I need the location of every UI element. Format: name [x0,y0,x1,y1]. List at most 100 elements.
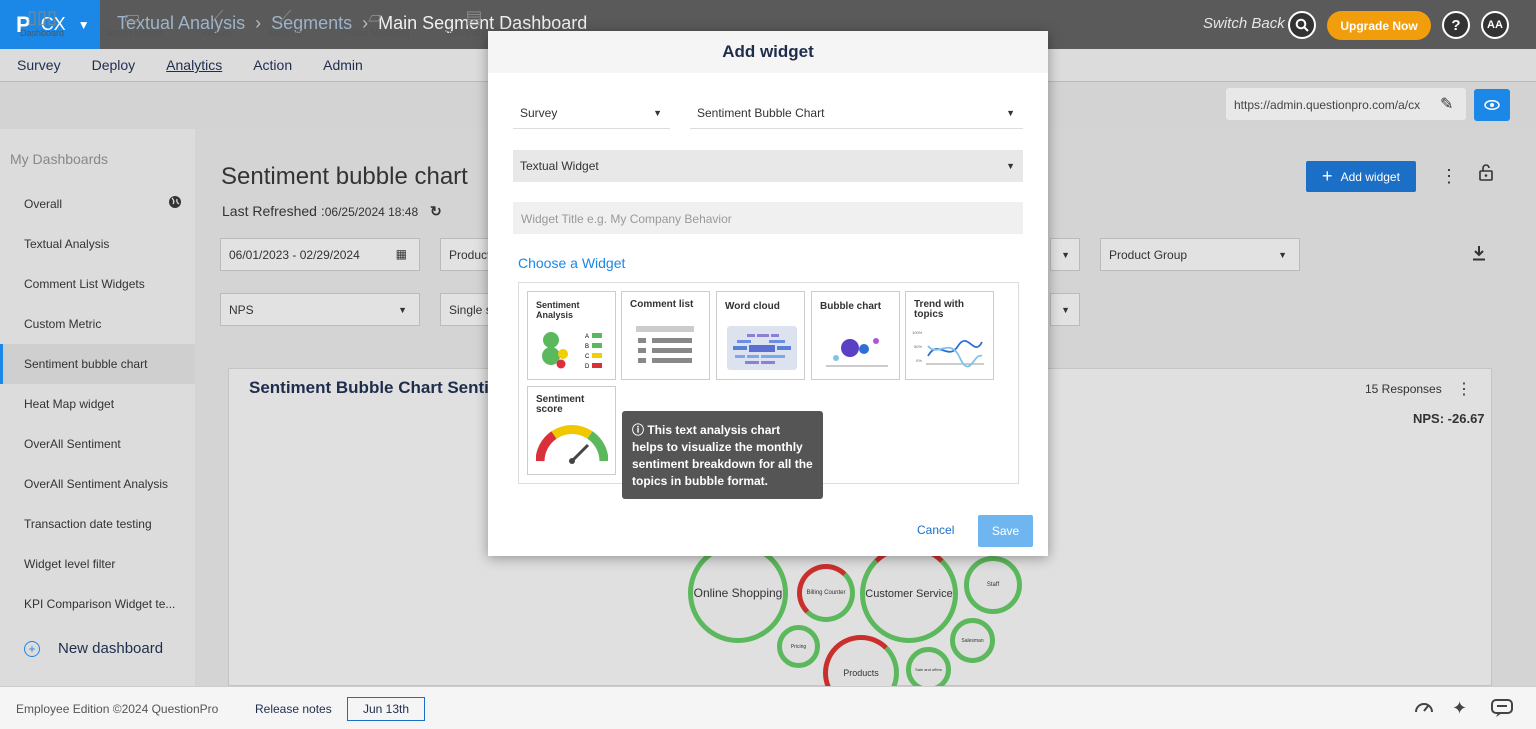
sidebar-item-overall[interactable]: Overall [0,184,195,224]
widget-type-select[interactable]: Textual Widget ▼ [513,150,1023,182]
lock-icon[interactable] [1478,163,1494,186]
save-button[interactable]: Save [978,515,1033,547]
tile-sentiment-score[interactable]: Sentiment score [527,386,616,475]
modal-title: Add widget [488,31,1048,73]
nav-deploy[interactable]: Deploy [92,57,136,73]
info-icon: ⓘ [632,423,648,437]
bubble-staff[interactable]: Staff [964,556,1022,614]
date-range-picker[interactable]: 06/01/2023 - 02/29/2024 ▦ [220,238,420,271]
sidebar-item-overall-sentiment[interactable]: OverAll Sentiment [0,424,195,464]
caret-down-icon: ▼ [398,305,407,315]
avatar[interactable]: AA [1481,11,1509,39]
edition-text: Employee Edition ©2024 QuestionPro [16,702,219,716]
filter-dropdown[interactable]: ▼ [1050,238,1080,271]
tool-custom-metrics[interactable]: ▭ Custom Metrics [96,6,168,38]
switch-back-link[interactable]: Switch Back [1203,15,1285,32]
trend-tick-100: 100% [912,330,923,335]
release-date-badge[interactable]: Jun 13th [347,697,425,721]
add-widget-button[interactable]: + Add widget [1306,161,1416,192]
nav-admin[interactable]: Admin [323,57,363,73]
tool-analysis[interactable]: ⟋ Analysis [264,6,306,38]
tooltip-text: This text analysis chart helps to visual… [632,423,813,488]
sidebar-item-widget-level-filter[interactable]: Widget level filter [0,544,195,584]
survey-select-value: Survey [520,106,558,120]
tile-comment-list[interactable]: Comment list [621,291,710,380]
tile-label: Trend with topics [914,299,964,320]
release-notes-link[interactable]: Release notes [255,702,332,716]
sidebar-item-heat-map-widget[interactable]: Heat Map widget [0,384,195,424]
widget-title-input[interactable]: Widget Title e.g. My Company Behavior [513,202,1023,234]
sparkle-icon[interactable]: ✦ [1452,698,1467,719]
refresh-icon[interactable]: ↻ [430,203,442,219]
download-icon[interactable] [1472,245,1486,266]
nav-survey[interactable]: Survey [17,57,61,73]
pencil-icon[interactable]: ✎ [1440,94,1453,114]
tile-trend-with-topics[interactable]: Trend with topics 100% 50% 0% [905,291,994,380]
text-icon: ▤ [465,7,483,27]
search-icon[interactable] [1288,11,1316,39]
tile-label: Sentiment score [536,394,585,415]
chart-type-select[interactable]: Sentiment Bubble Chart ▼ [690,97,1023,129]
metrics-icon: ▭ [123,7,141,27]
analysis-icon: ⟋ [278,7,292,27]
upgrade-button[interactable]: Upgrade Now [1327,11,1431,40]
tool-choice-modelling[interactable]: ▱ Choice Modelling [334,6,416,38]
url-field[interactable]: https://admin.questionpro.com/a/cx [1226,88,1466,120]
tile-bubble-chart[interactable]: Bubble chart [811,291,900,380]
tool-text-analysis[interactable]: ▤ Text Analy [444,6,488,38]
eye-icon[interactable] [1474,89,1510,121]
chevron-down-icon: ▼ [77,17,90,32]
bubble-pricing[interactable]: Pricing [777,625,820,668]
new-dashboard-label: New dashboard [58,640,164,657]
product-group-label: Product Group [1109,248,1188,262]
nps-filter[interactable]: NPS ▼ [220,293,420,326]
bubble-chart-thumbnail [826,338,888,367]
comment-list-thumbnail [636,326,694,363]
more-options-icon[interactable]: ⋮ [1440,166,1458,187]
date-range-value: 06/01/2023 - 02/29/2024 [229,248,360,262]
tool-label: Text Analy [444,28,486,38]
new-dashboard-button[interactable]: + New dashboard [24,640,163,657]
tool-reports[interactable]: ⟋ Reports [197,6,237,38]
tile-sentiment-analysis[interactable]: Sentiment Analysis A B C D [527,291,616,380]
responses-count: 15 Responses [1365,382,1442,396]
last-refreshed-value: 06/25/2024 18:48 [324,205,419,219]
tool-dashboard[interactable]: ▯▯▯ Dashboard [17,6,67,38]
sidebar-item-kpi-comparison[interactable]: KPI Comparison Widget te... [0,584,195,624]
bubble-billing-counter[interactable]: Billing Counter [797,564,855,622]
chat-icon[interactable] [1490,698,1514,723]
bar-chart-icon: ▯▯▯ [27,7,57,27]
nps-score: NPS: -26.67 [1413,411,1485,426]
word-cloud-thumbnail [727,326,797,370]
cancel-button[interactable]: Cancel [917,523,954,537]
filter-dropdown[interactable]: ▼ [1050,293,1080,326]
sidebar-item-custom-metric[interactable]: Custom Metric [0,304,195,344]
choose-widget-heading: Choose a Widget [518,255,626,271]
speedometer-icon[interactable] [1414,698,1434,721]
sidebar-item-comment-list-widgets[interactable]: Comment List Widgets [0,264,195,304]
tool-label: Reports [201,28,233,38]
calendar-icon: ▦ [395,247,407,261]
page-title: Sentiment bubble chart [221,163,468,190]
tool-label: Custom Metrics [100,28,164,38]
nps-filter-label: NPS [229,303,254,317]
caret-down-icon: ▼ [1061,305,1070,315]
caret-down-icon: ▼ [1006,161,1015,171]
widget-more-icon[interactable]: ⋮ [1456,379,1472,399]
tile-word-cloud[interactable]: Word cloud [716,291,805,380]
bubble-online-shopping[interactable]: Online Shopping [688,543,788,643]
sa-letter-b: B [585,344,589,350]
caret-down-icon: ▼ [1006,108,1015,118]
sidebar-item-overall-sentiment-analysis[interactable]: OverAll Sentiment Analysis [0,464,195,504]
nav-analytics[interactable]: Analytics [166,57,222,73]
survey-select[interactable]: Survey ▼ [513,97,670,129]
sidebar-item-textual-analysis[interactable]: Textual Analysis [0,224,195,264]
sidebar-item-sentiment-bubble-chart[interactable]: Sentiment bubble chart [0,344,195,384]
help-icon[interactable]: ? [1442,11,1470,39]
bubble-customer-service[interactable]: Customer Service [860,545,958,643]
sidebar-item-transaction-date-testing[interactable]: Transaction date testing [0,504,195,544]
product-group-filter[interactable]: Product Group ▼ [1100,238,1300,271]
bubble-salesman[interactable]: Salesman [950,618,995,663]
plus-icon: + [1322,166,1333,186]
nav-action[interactable]: Action [253,57,292,73]
